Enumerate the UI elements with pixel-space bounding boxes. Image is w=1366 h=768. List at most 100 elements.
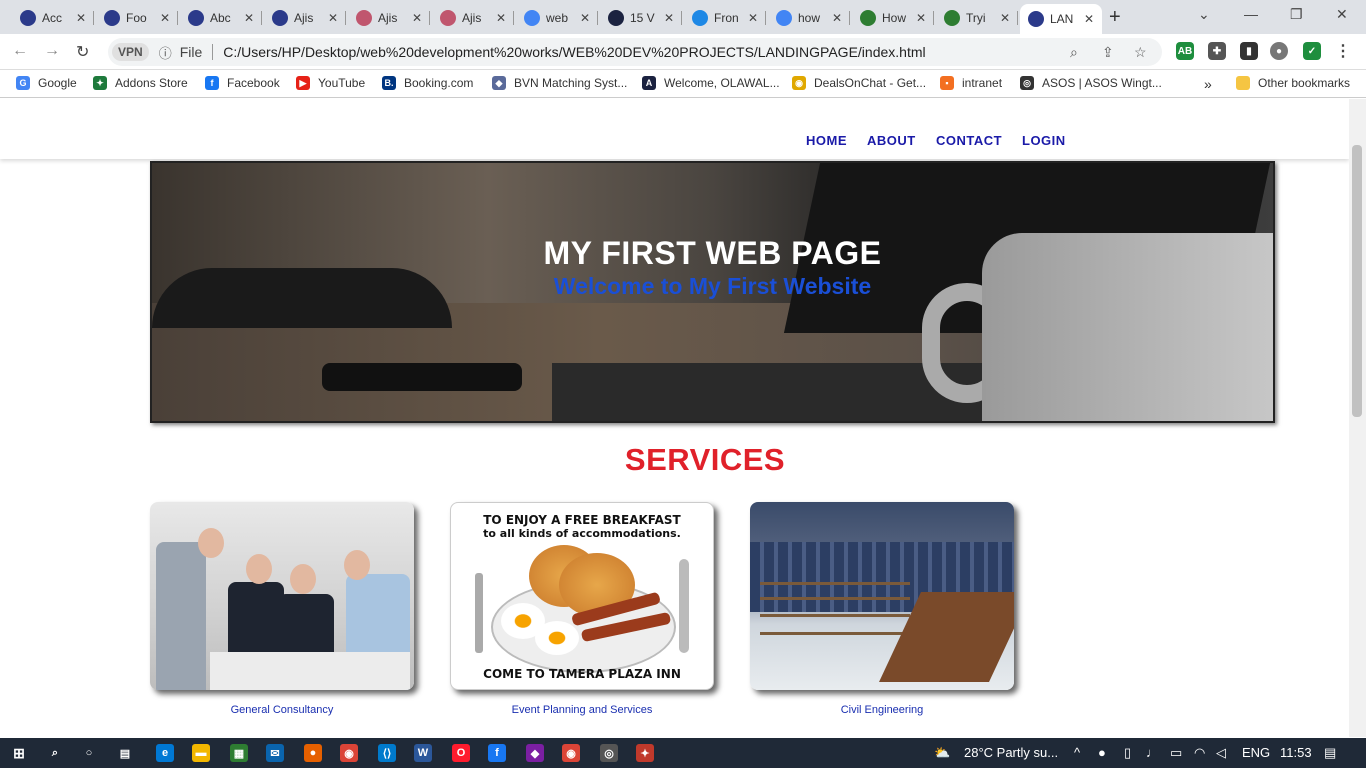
close-tab-icon[interactable]: ✕: [580, 11, 590, 25]
page-scrollbar[interactable]: [1349, 99, 1366, 737]
close-window-icon[interactable]: ✕: [1336, 6, 1348, 23]
service-image-engineering[interactable]: [750, 502, 1014, 690]
extensions-icon[interactable]: ✚: [1208, 42, 1226, 60]
close-tab-icon[interactable]: ✕: [748, 11, 758, 25]
tab[interactable]: LAN ✕: [1020, 4, 1102, 34]
tray-phone-icon[interactable]: ▯: [1124, 745, 1131, 761]
close-tab-icon[interactable]: ✕: [76, 11, 86, 25]
close-tab-icon[interactable]: ✕: [664, 11, 674, 25]
reload-icon[interactable]: ↻: [76, 42, 89, 62]
chrome-icon[interactable]: ◉: [562, 744, 580, 762]
language-indicator[interactable]: ENG: [1242, 745, 1270, 760]
profile-icon[interactable]: ●: [1270, 42, 1288, 60]
cortana-icon[interactable]: ○: [80, 744, 98, 762]
service-caption[interactable]: Event Planning and Services: [450, 704, 714, 716]
address-bar[interactable]: VPN ⓘ File C:/Users/HP/Desktop/web%20dev…: [108, 38, 1162, 66]
nav-login[interactable]: LOGIN: [1022, 133, 1066, 148]
firefox-icon[interactable]: ●: [304, 744, 322, 762]
bookmark[interactable]: B. Booking.com: [382, 76, 473, 90]
minimize-icon[interactable]: —: [1244, 6, 1258, 22]
zoom-icon[interactable]: ⌕: [1070, 44, 1078, 61]
back-icon[interactable]: ←: [12, 42, 28, 60]
word-icon[interactable]: W: [414, 744, 432, 762]
weather-icon[interactable]: ⛅: [934, 745, 950, 761]
edge-icon[interactable]: e: [156, 744, 174, 762]
scrollbar-thumb[interactable]: [1352, 145, 1362, 417]
bookmark[interactable]: ◎ ASOS | ASOS Wingt...: [1020, 76, 1162, 90]
menu-icon[interactable]: ⋮: [1334, 42, 1352, 60]
sidepanel-icon[interactable]: ▮: [1240, 42, 1258, 60]
task-view-icon[interactable]: ▤: [116, 744, 134, 762]
bookmark[interactable]: G Google: [16, 76, 77, 90]
close-tab-icon[interactable]: ✕: [244, 11, 254, 25]
close-tab-icon[interactable]: ✕: [160, 11, 170, 25]
tab[interactable]: How ✕: [852, 4, 934, 32]
clock[interactable]: 11:53: [1280, 745, 1312, 760]
battery-icon[interactable]: ▭: [1170, 745, 1182, 761]
nav-contact[interactable]: CONTACT: [936, 133, 1002, 148]
tab[interactable]: 15 V ✕: [600, 4, 682, 32]
service-caption[interactable]: Civil Engineering: [750, 704, 1014, 716]
tab[interactable]: how ✕: [768, 4, 850, 32]
info-icon[interactable]: ⓘ: [159, 43, 172, 62]
notifications-icon[interactable]: ▤: [1324, 745, 1336, 761]
file-explorer-icon[interactable]: ▬: [192, 744, 210, 762]
tab[interactable]: Tryi ✕: [936, 4, 1018, 32]
close-tab-icon[interactable]: ✕: [496, 11, 506, 25]
close-tab-icon[interactable]: ✕: [916, 11, 926, 25]
new-tab-button[interactable]: +: [1109, 6, 1121, 29]
service-image-consultancy[interactable]: [150, 502, 414, 690]
vscode-icon[interactable]: ⟨⟩: [378, 744, 396, 762]
app-icon[interactable]: ✦: [636, 744, 654, 762]
tab[interactable]: Ajis ✕: [432, 4, 514, 32]
store-icon[interactable]: ▦: [230, 744, 248, 762]
close-tab-icon[interactable]: ✕: [1084, 12, 1094, 26]
adblock-icon[interactable]: AB: [1176, 42, 1194, 60]
other-bookmarks[interactable]: Other bookmarks: [1236, 76, 1350, 90]
bookmark[interactable]: ◆ BVN Matching Syst...: [492, 76, 627, 90]
close-tab-icon[interactable]: ✕: [412, 11, 422, 25]
nav-about[interactable]: ABOUT: [867, 133, 916, 148]
wifi-icon[interactable]: ◠: [1194, 745, 1205, 761]
vpn-badge[interactable]: VPN: [112, 43, 149, 61]
tab[interactable]: Ajis ✕: [264, 4, 346, 32]
shield-icon[interactable]: ✓: [1303, 42, 1321, 60]
app-icon[interactable]: ◎: [600, 744, 618, 762]
bookmark[interactable]: ◉ DealsOnChat - Get...: [792, 76, 926, 90]
service-image-event[interactable]: TO ENJOY A FREE BREAKFAST to all kinds o…: [450, 502, 714, 690]
tab[interactable]: Fron ✕: [684, 4, 766, 32]
volume-icon[interactable]: ◁: [1216, 745, 1226, 761]
chrome-icon[interactable]: ◉: [340, 744, 358, 762]
close-tab-icon[interactable]: ✕: [1000, 11, 1010, 25]
tab[interactable]: Acc ✕: [12, 4, 94, 32]
restore-icon[interactable]: ❐: [1290, 6, 1303, 23]
search-icon[interactable]: ⌕: [46, 744, 64, 762]
bookmark[interactable]: ✦ Addons Store: [93, 76, 188, 90]
tab-search-icon[interactable]: ⌄: [1198, 6, 1210, 23]
tray-app-icon[interactable]: ●: [1098, 745, 1106, 760]
bookmark[interactable]: ▪ intranet: [940, 76, 1002, 90]
bookmark[interactable]: ▶ YouTube: [296, 76, 365, 90]
service-caption[interactable]: General Consultancy: [150, 704, 414, 716]
forward-icon[interactable]: →: [44, 42, 60, 60]
microphone-icon[interactable]: ♩: [1146, 745, 1159, 760]
url-text[interactable]: C:/Users/HP/Desktop/web%20development%20…: [223, 44, 925, 60]
opera-icon[interactable]: O: [452, 744, 470, 762]
browser-icon[interactable]: ◆: [526, 744, 544, 762]
windows-start-icon[interactable]: ⊞: [10, 744, 28, 762]
bookmarks-more-icon[interactable]: »: [1204, 76, 1212, 92]
close-tab-icon[interactable]: ✕: [328, 11, 338, 25]
facebook-icon[interactable]: f: [488, 744, 506, 762]
share-icon[interactable]: ⇪: [1102, 44, 1114, 61]
tray-chevron-icon[interactable]: ^: [1074, 745, 1080, 760]
star-icon[interactable]: ☆: [1134, 44, 1147, 61]
tab[interactable]: Ajis ✕: [348, 4, 430, 32]
tab[interactable]: web ✕: [516, 4, 598, 32]
tab[interactable]: Foo ✕: [96, 4, 178, 32]
tab[interactable]: Abc ✕: [180, 4, 262, 32]
mail-icon[interactable]: ✉: [266, 744, 284, 762]
weather-text[interactable]: 28°C Partly su...: [964, 745, 1058, 760]
bookmark[interactable]: f Facebook: [205, 76, 280, 90]
close-tab-icon[interactable]: ✕: [832, 11, 842, 25]
nav-home[interactable]: HOME: [806, 133, 847, 148]
